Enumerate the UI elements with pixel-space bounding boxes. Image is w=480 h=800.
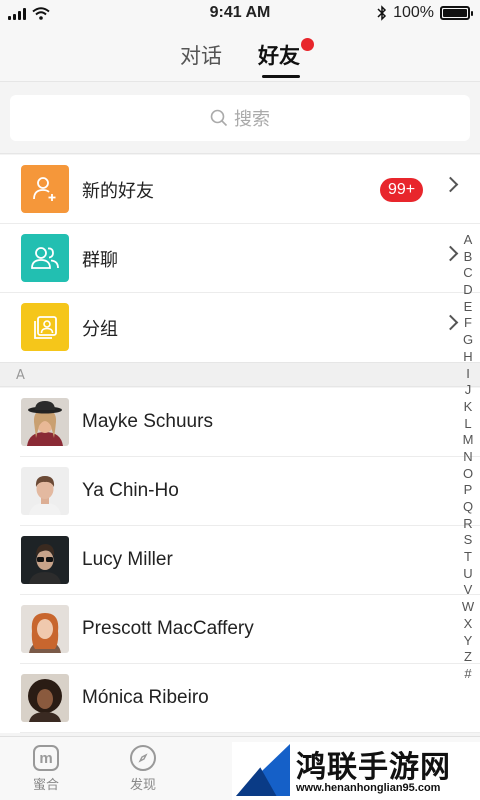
group-icon — [21, 234, 69, 282]
alphabet-index[interactable]: A B C D E F G H I J K L M N O P Q R S T … — [461, 232, 475, 683]
menu-label: 分组 — [82, 319, 118, 340]
chevron-right-icon — [442, 176, 459, 193]
watermark-title: 鸿联手游网 — [296, 750, 451, 785]
menu-label: 群聊 — [82, 250, 118, 271]
compass-icon — [130, 745, 156, 771]
contact-name: Prescott MacCaffery — [82, 618, 254, 639]
index-letter[interactable]: G — [463, 332, 473, 349]
menu-item-groups[interactable]: 分组 — [0, 293, 480, 362]
folder-icon — [21, 303, 69, 351]
contact-row[interactable]: Lucy Miller — [0, 526, 480, 595]
index-letter[interactable]: C — [463, 265, 472, 282]
nav-home-label: 蜜合 — [32, 778, 59, 793]
search-input[interactable]: 搜索 — [10, 95, 470, 141]
index-letter[interactable]: E — [464, 299, 473, 316]
index-letter[interactable]: D — [463, 282, 472, 299]
index-letter[interactable]: B — [464, 249, 473, 266]
nav-home[interactable]: m 蜜合 — [16, 745, 76, 793]
contact-name: Mayke Schuurs — [82, 411, 213, 432]
index-letter[interactable]: T — [464, 549, 472, 566]
status-right: 100% — [377, 4, 473, 22]
index-letter[interactable]: K — [464, 399, 473, 416]
index-letter[interactable]: R — [463, 516, 472, 533]
chevron-right-icon — [442, 314, 459, 331]
chevron-right-icon — [442, 245, 459, 262]
index-letter[interactable]: # — [464, 666, 471, 683]
header: 对话 好友 — [0, 28, 480, 82]
notification-dot — [301, 38, 314, 51]
index-letter[interactable]: X — [464, 616, 473, 633]
menu-list: 新的好友 99+ 群聊 分组 — [0, 155, 480, 362]
contact-name: Ya Chin-Ho — [82, 480, 179, 501]
search-placeholder: 搜索 — [234, 109, 270, 130]
index-letter[interactable]: L — [464, 416, 471, 433]
menu-label: 新的好友 — [82, 181, 154, 202]
index-letter[interactable]: F — [464, 315, 472, 332]
home-icon: m — [33, 745, 59, 771]
index-letter[interactable]: O — [463, 466, 473, 483]
section-header: A — [0, 362, 480, 387]
index-letter[interactable]: W — [462, 599, 474, 616]
watermark: 鸿联手游网 www.henanhonglian95.com — [232, 742, 480, 800]
menu-item-group-chat[interactable]: 群聊 — [0, 224, 480, 293]
tab-friends[interactable]: 好友 — [258, 40, 300, 70]
index-letter[interactable]: V — [464, 582, 473, 599]
search-area: 搜索 — [0, 82, 480, 154]
index-letter[interactable]: Q — [463, 499, 473, 516]
avatar — [21, 398, 69, 446]
add-user-icon — [21, 165, 69, 213]
menu-item-new-friends[interactable]: 新的好友 99+ — [0, 155, 480, 224]
index-letter[interactable]: Y — [464, 633, 473, 650]
nav-discover-label: 发现 — [129, 778, 156, 793]
index-letter[interactable]: U — [463, 566, 472, 583]
battery-percent: 100% — [393, 4, 434, 21]
index-letter[interactable]: Z — [464, 649, 472, 666]
nav-discover[interactable]: 发现 — [113, 745, 173, 793]
avatar — [21, 467, 69, 515]
contact-row[interactable]: Mónica Ribeiro — [0, 664, 480, 733]
index-letter[interactable]: S — [464, 532, 473, 549]
contact-name: Mónica Ribeiro — [82, 687, 209, 708]
contact-row[interactable]: Mayke Schuurs — [0, 388, 480, 457]
battery-icon — [440, 6, 473, 20]
active-tab-indicator — [262, 75, 300, 78]
contact-list: Mayke Schuurs Ya Chin-Ho Lucy Miller Pre… — [0, 388, 480, 733]
watermark-url: www.henanhonglian95.com — [296, 782, 441, 794]
tab-dialog[interactable]: 对话 — [180, 40, 222, 70]
index-letter[interactable]: I — [466, 366, 470, 383]
contact-row[interactable]: Prescott MacCaffery — [0, 595, 480, 664]
index-letter[interactable]: H — [463, 349, 472, 366]
contact-name: Lucy Miller — [82, 549, 173, 570]
new-friends-badge: 99+ — [380, 178, 424, 202]
avatar — [21, 605, 69, 653]
avatar — [21, 674, 69, 722]
index-letter[interactable]: N — [463, 449, 472, 466]
index-letter[interactable]: J — [465, 382, 472, 399]
contact-row[interactable]: Ya Chin-Ho — [0, 457, 480, 526]
avatar — [21, 536, 69, 584]
index-letter[interactable]: A — [464, 232, 473, 249]
index-letter[interactable]: P — [464, 482, 473, 499]
search-icon — [210, 109, 228, 127]
index-letter[interactable]: M — [463, 432, 474, 449]
bluetooth-icon — [377, 5, 387, 21]
status-bar: 9:41 AM 100% — [0, 0, 480, 28]
